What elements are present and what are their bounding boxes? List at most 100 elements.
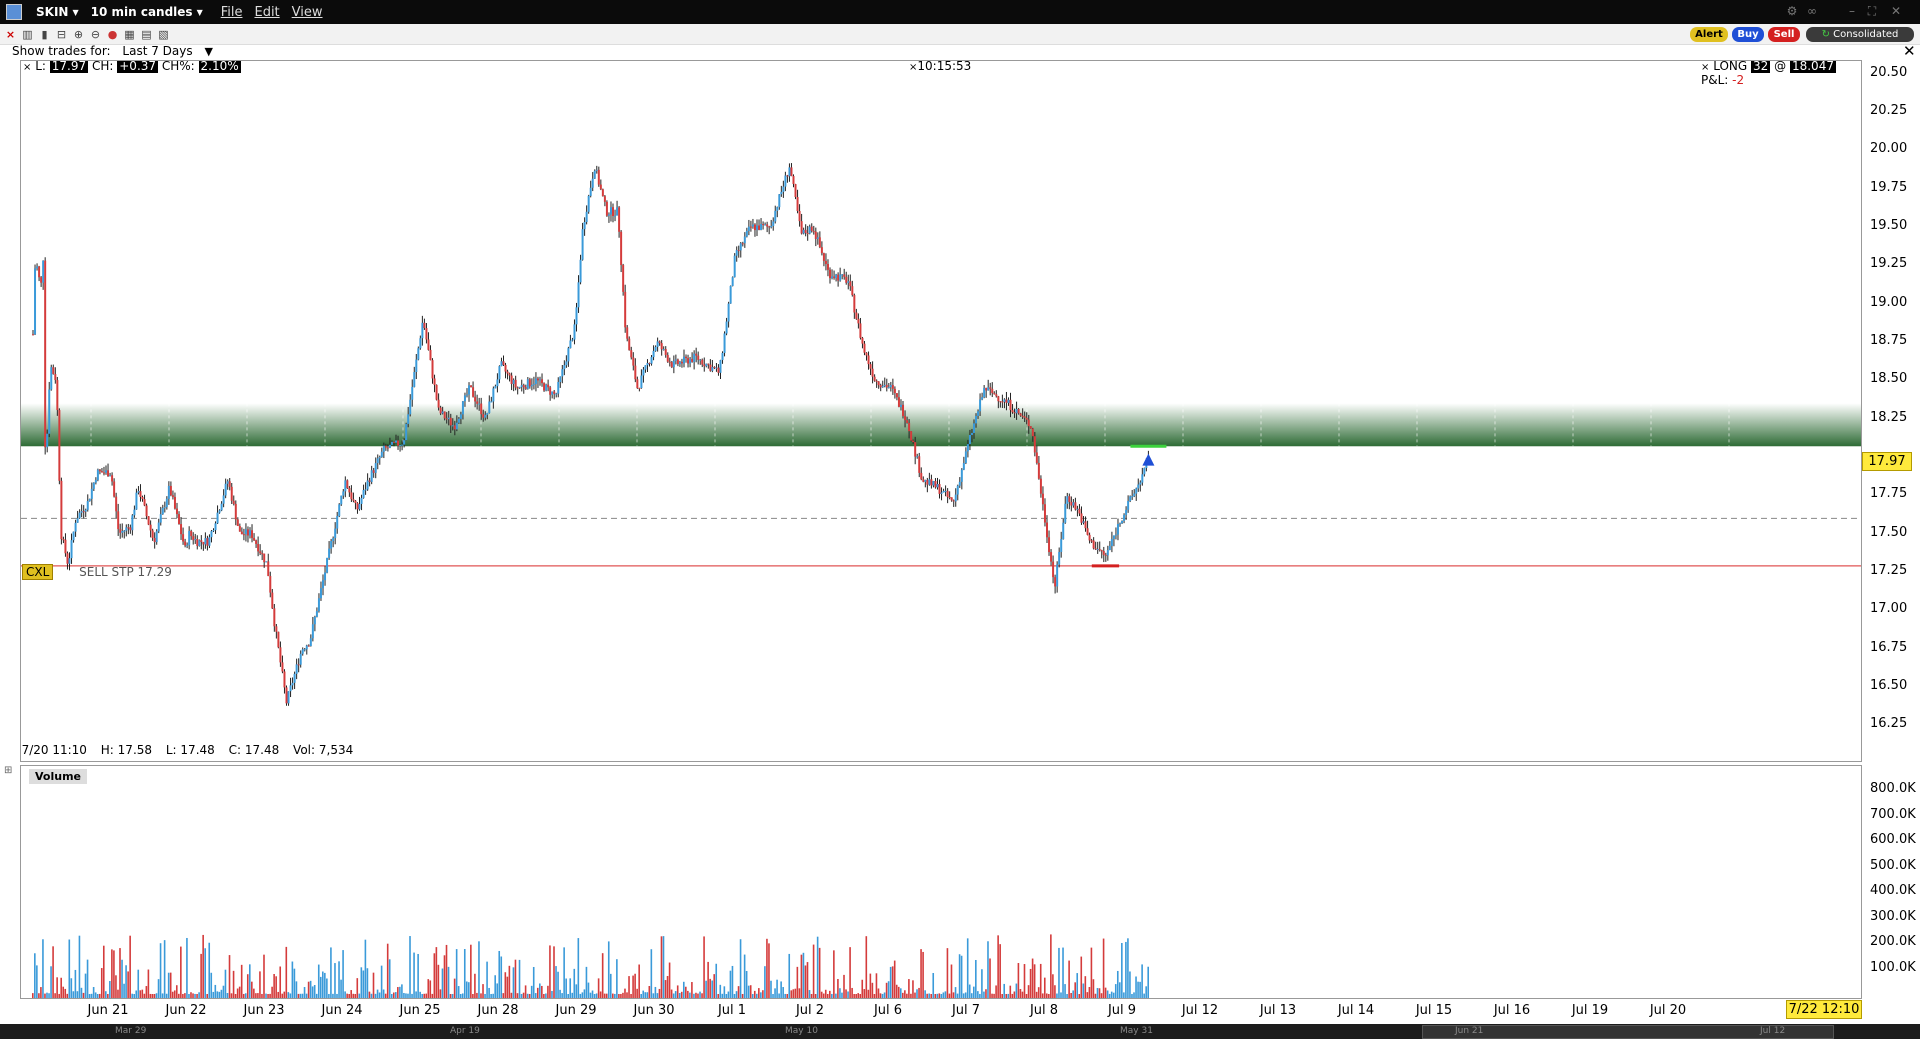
candle-body xyxy=(419,338,422,349)
volume-bar xyxy=(425,993,428,998)
candle-body xyxy=(802,229,805,234)
volume-bar xyxy=(985,989,987,998)
link-icon[interactable]: ∞ xyxy=(1804,3,1820,19)
close-icon[interactable]: × xyxy=(1701,62,1709,73)
candle-body xyxy=(792,176,795,185)
volume-bar xyxy=(762,990,764,998)
candle-body xyxy=(833,276,836,278)
volume-bar xyxy=(709,978,711,998)
candle-body xyxy=(612,207,615,217)
candle-body xyxy=(72,531,75,541)
chevron-down-icon[interactable]: ▼ xyxy=(72,8,78,17)
candle-body xyxy=(569,340,572,349)
candle-body xyxy=(800,221,803,234)
chart-toolbar: × ▥ ▮ ⊟ ⊕ ⊖ ● ▦ ▤ ▧ xyxy=(0,24,1920,45)
grid-icon[interactable]: ▦ xyxy=(123,28,136,41)
candle-body xyxy=(255,540,258,544)
candle-body xyxy=(885,384,888,388)
volume-settings-icon[interactable]: ⊞ xyxy=(4,765,12,776)
volume-bar xyxy=(78,935,81,998)
zoom-out-icon[interactable]: ⊖ xyxy=(89,28,102,41)
candle-body xyxy=(843,274,846,277)
volume-bar xyxy=(792,989,795,998)
app-logo-icon xyxy=(6,4,22,20)
candle-body xyxy=(928,479,931,485)
volume-panel[interactable]: Volume xyxy=(20,765,1862,999)
volume-bar xyxy=(879,993,882,998)
candle-body xyxy=(652,350,655,358)
time-tick-label: Jul 20 xyxy=(1649,1003,1687,1018)
zoom-in-icon[interactable]: ⊕ xyxy=(72,28,85,41)
price-chart[interactable]: × L: 17.97 CH: +0.37 CH%: 2.10% ×10:15:5… xyxy=(20,60,1862,762)
candle-body xyxy=(689,359,692,364)
volume-canvas[interactable] xyxy=(21,766,1861,998)
candle-body xyxy=(745,230,748,237)
volume-bar xyxy=(782,987,784,998)
menu-view[interactable]: View xyxy=(292,5,323,20)
color-icon[interactable]: ● xyxy=(106,28,119,41)
chevron-down-icon[interactable]: ▼ xyxy=(204,45,212,58)
bar-chart-icon[interactable]: ▥ xyxy=(21,28,34,41)
candle-body xyxy=(514,379,517,388)
settings-icon[interactable]: ▤ xyxy=(140,28,153,41)
candle-body xyxy=(374,463,377,473)
menu-edit[interactable]: Edit xyxy=(254,5,279,20)
volume-bar xyxy=(609,973,612,998)
interval-dropdown[interactable]: 10 min candles xyxy=(91,5,193,19)
volume-bar xyxy=(1082,983,1085,998)
volume-bar xyxy=(248,964,251,998)
candle-body xyxy=(849,281,852,287)
volume-bar xyxy=(407,993,409,998)
volume-bar xyxy=(315,993,318,998)
show-trades-select[interactable]: Last 7 Days xyxy=(122,44,192,58)
layout-icon[interactable]: ▧ xyxy=(157,28,170,41)
cancel-order-button[interactable]: CXL xyxy=(22,563,54,580)
volume-bar xyxy=(1143,993,1145,998)
resistance-band xyxy=(21,403,1861,447)
candle-body xyxy=(682,356,685,364)
candle-body xyxy=(780,191,783,195)
candle-body xyxy=(161,507,164,515)
candle-body xyxy=(887,387,890,389)
alert-button[interactable]: Alert xyxy=(1690,27,1728,42)
price-tick-label: 20.25 xyxy=(1870,103,1908,118)
candle-body xyxy=(295,664,298,674)
close-panel-icon[interactable]: ✕ xyxy=(1903,42,1916,60)
candle-body xyxy=(729,285,732,304)
volume-bar xyxy=(987,941,989,998)
candle-body xyxy=(810,226,813,231)
sell-button[interactable]: Sell xyxy=(1768,27,1800,42)
volume-bar xyxy=(459,993,462,998)
volume-bar xyxy=(581,992,584,998)
close-icon[interactable]: ✕ xyxy=(1888,3,1904,19)
candle-body xyxy=(899,404,902,407)
candle-body xyxy=(695,353,698,356)
maximize-icon[interactable]: ⛶ xyxy=(1864,3,1880,19)
candle-icon[interactable]: ▮ xyxy=(38,28,51,41)
close-icon[interactable]: × xyxy=(4,28,17,41)
candle-body xyxy=(334,528,337,539)
volume-bar xyxy=(954,987,957,998)
volume-bar xyxy=(774,988,776,998)
consolidated-button[interactable]: ↻ Consolidated xyxy=(1806,27,1914,42)
gear-icon[interactable]: ⚙ xyxy=(1784,3,1800,19)
symbol-dropdown[interactable]: SKIN xyxy=(36,5,68,19)
timeline-navigator[interactable]: Mar 29 Apr 19 May 10 May 31 Jun 21 Jul 12 xyxy=(0,1024,1920,1039)
minimize-icon[interactable]: – xyxy=(1844,3,1860,19)
candle-body xyxy=(145,505,148,517)
candle-body xyxy=(758,225,761,230)
candle-body xyxy=(918,456,921,473)
buy-button[interactable]: Buy xyxy=(1732,27,1764,42)
chevron-down-icon[interactable]: ▼ xyxy=(197,8,203,17)
candle-body xyxy=(328,548,331,558)
price-chart-canvas[interactable] xyxy=(21,61,1861,761)
candle-body xyxy=(768,226,771,228)
close-icon[interactable]: × xyxy=(23,62,31,73)
volume-bar xyxy=(632,975,634,998)
volume-bar xyxy=(551,990,553,998)
draw-icon[interactable]: ⊟ xyxy=(55,28,68,41)
volume-bar xyxy=(814,994,817,998)
candle-body xyxy=(1064,503,1067,523)
menu-file[interactable]: File xyxy=(221,5,243,20)
candle-body xyxy=(139,491,142,497)
